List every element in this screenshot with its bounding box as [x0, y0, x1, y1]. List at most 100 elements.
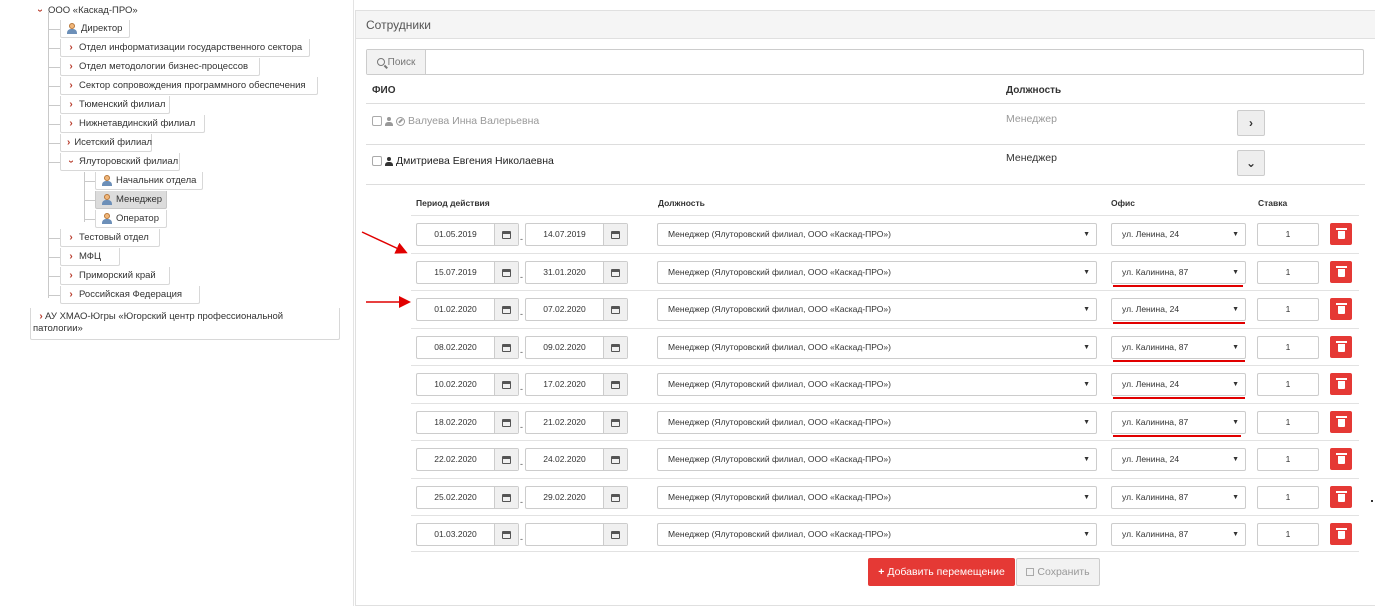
date-from-field[interactable]: 01.05.2019 — [416, 223, 519, 246]
calendar-button[interactable] — [603, 337, 627, 358]
calendar-button[interactable] — [494, 449, 518, 470]
delete-button[interactable] — [1330, 523, 1352, 545]
calendar-button[interactable] — [603, 299, 627, 320]
tree-item[interactable]: › Ялуторовский филиал — [60, 153, 180, 171]
date-to-field[interactable]: 14.07.2019 — [525, 223, 628, 246]
office-select[interactable]: ул. Калинина, 87 ▼ — [1111, 261, 1246, 284]
rate-input[interactable]: 1 — [1257, 411, 1319, 434]
calendar-button[interactable] — [494, 412, 518, 433]
position-select[interactable]: Менеджер (Ялуторовский филиал, ООО «Каск… — [657, 373, 1097, 396]
delete-button[interactable] — [1330, 298, 1352, 320]
calendar-button[interactable] — [603, 262, 627, 283]
calendar-button[interactable] — [494, 299, 518, 320]
rate-input[interactable]: 1 — [1257, 336, 1319, 359]
delete-button[interactable] — [1330, 411, 1352, 433]
tree-item[interactable]: › Исетский филиал — [60, 134, 152, 152]
collapse-button[interactable]: ⌄ — [1237, 150, 1265, 176]
office-select[interactable]: ул. Калинина, 87 ▼ — [1111, 411, 1246, 434]
tree-item[interactable]: › Отдел методологии бизнес-процессов — [60, 58, 260, 76]
calendar-button[interactable] — [603, 412, 627, 433]
calendar-button[interactable] — [494, 524, 518, 545]
tree-item[interactable]: › Нижнетавдинский филиал — [60, 115, 205, 133]
date-to-field[interactable]: 17.02.2020 — [525, 373, 628, 396]
date-to-field[interactable] — [525, 523, 628, 546]
calendar-button[interactable] — [494, 262, 518, 283]
delete-button[interactable] — [1330, 448, 1352, 470]
office-select[interactable]: ул. Калинина, 87 ▼ — [1111, 486, 1246, 509]
delete-button[interactable] — [1330, 373, 1352, 395]
date-from-field[interactable]: 08.02.2020 — [416, 336, 519, 359]
date-to-field[interactable]: 29.02.2020 — [525, 486, 628, 509]
employee-checkbox[interactable] — [372, 156, 382, 166]
tree-root[interactable]: › ООО «Каскад-ПРО» — [30, 1, 170, 19]
position-select[interactable]: Менеджер (Ялуторовский филиал, ООО «Каск… — [657, 523, 1097, 546]
calendar-button[interactable] — [603, 524, 627, 545]
position-select[interactable]: Менеджер (Ялуторовский филиал, ООО «Каск… — [657, 448, 1097, 471]
date-from-field[interactable]: 01.03.2020 — [416, 523, 519, 546]
calendar-button[interactable] — [603, 224, 627, 245]
rate-input[interactable]: 1 — [1257, 298, 1319, 321]
date-to-field[interactable]: 09.02.2020 — [525, 336, 628, 359]
tree-item[interactable]: Оператор — [95, 210, 167, 228]
office-select[interactable]: ул. Ленина, 24 ▼ — [1111, 298, 1246, 321]
save-button[interactable]: Сохранить — [1016, 558, 1100, 586]
rate-input[interactable]: 1 — [1257, 373, 1319, 396]
tree-item[interactable]: › Отдел информатизации государственного с… — [60, 39, 310, 57]
employee-row-2[interactable]: Дмитриева Евгения Николаевна — [372, 155, 554, 167]
employee-checkbox[interactable] — [372, 116, 382, 126]
calendar-button[interactable] — [603, 449, 627, 470]
position-select[interactable]: Менеджер (Ялуторовский филиал, ООО «Каск… — [657, 411, 1097, 434]
office-select[interactable]: ул. Ленина, 24 ▼ — [1111, 373, 1246, 396]
date-from-field[interactable]: 15.07.2019 — [416, 261, 519, 284]
date-from-field[interactable]: 10.02.2020 — [416, 373, 519, 396]
rate-input[interactable]: 1 — [1257, 486, 1319, 509]
date-from-field[interactable]: 01.02.2020 — [416, 298, 519, 321]
tree-item[interactable]: › Тюменский филиал — [60, 96, 170, 114]
delete-button[interactable] — [1330, 486, 1352, 508]
date-to-field[interactable]: 07.02.2020 — [525, 298, 628, 321]
tree-item-selected[interactable]: Менеджер — [95, 191, 167, 209]
tree-item[interactable]: Директор — [60, 20, 130, 38]
position-select[interactable]: Менеджер (Ялуторовский филиал, ООО «Каск… — [657, 223, 1097, 246]
date-to-field[interactable]: 31.01.2020 — [525, 261, 628, 284]
rate-input[interactable]: 1 — [1257, 448, 1319, 471]
tree-item[interactable]: › Сектор сопровождения программного обесп… — [60, 77, 318, 95]
tree-item[interactable]: › Тестовый отдел — [60, 229, 160, 247]
calendar-button[interactable] — [603, 374, 627, 395]
tree-item[interactable]: › МФЦ — [60, 248, 120, 266]
tree-item[interactable]: › Российская Федерация — [60, 286, 200, 304]
employee-row-1[interactable]: Валуева Инна Валерьевна — [372, 115, 539, 127]
add-move-button[interactable]: + Добавить перемещение — [868, 558, 1015, 586]
position-select[interactable]: Менеджер (Ялуторовский филиал, ООО «Каск… — [657, 261, 1097, 284]
delete-button[interactable] — [1330, 261, 1352, 283]
expand-button[interactable]: › — [1237, 110, 1265, 136]
office-select[interactable]: ул. Ленина, 24 ▼ — [1111, 448, 1246, 471]
position-select[interactable]: Менеджер (Ялуторовский филиал, ООО «Каск… — [657, 336, 1097, 359]
calendar-button[interactable] — [494, 374, 518, 395]
calendar-button[interactable] — [603, 487, 627, 508]
calendar-button[interactable] — [494, 487, 518, 508]
date-from-field[interactable]: 22.02.2020 — [416, 448, 519, 471]
delete-button[interactable] — [1330, 336, 1352, 358]
position-select[interactable]: Менеджер (Ялуторовский филиал, ООО «Каск… — [657, 298, 1097, 321]
calendar-button[interactable] — [494, 337, 518, 358]
search-button[interactable]: Поиск — [367, 50, 426, 74]
tree-other-root[interactable]: › АУ ХМАО-Югры «Югорский центр профессио… — [30, 308, 340, 340]
date-from-field[interactable]: 25.02.2020 — [416, 486, 519, 509]
rate-input[interactable]: 1 — [1257, 523, 1319, 546]
calendar-button[interactable] — [494, 224, 518, 245]
tree-item[interactable]: Начальник отдела — [95, 172, 203, 190]
delete-button[interactable] — [1330, 223, 1352, 245]
office-select[interactable]: ул. Калинина, 87 ▼ — [1111, 523, 1246, 546]
office-select[interactable]: ул. Калинина, 87 ▼ — [1111, 336, 1246, 359]
rate-input[interactable]: 1 — [1257, 261, 1319, 284]
office-select[interactable]: ул. Ленина, 24 ▼ — [1111, 223, 1246, 246]
position-select[interactable]: Менеджер (Ялуторовский филиал, ООО «Каск… — [657, 486, 1097, 509]
tree-item[interactable]: › Приморский край — [60, 267, 170, 285]
date-to-field[interactable]: 21.02.2020 — [525, 411, 628, 434]
search-input[interactable] — [427, 50, 1363, 74]
date-from-field[interactable]: 18.02.2020 — [416, 411, 519, 434]
calendar-icon — [611, 268, 620, 277]
rate-input[interactable]: 1 — [1257, 223, 1319, 246]
date-to-field[interactable]: 24.02.2020 — [525, 448, 628, 471]
